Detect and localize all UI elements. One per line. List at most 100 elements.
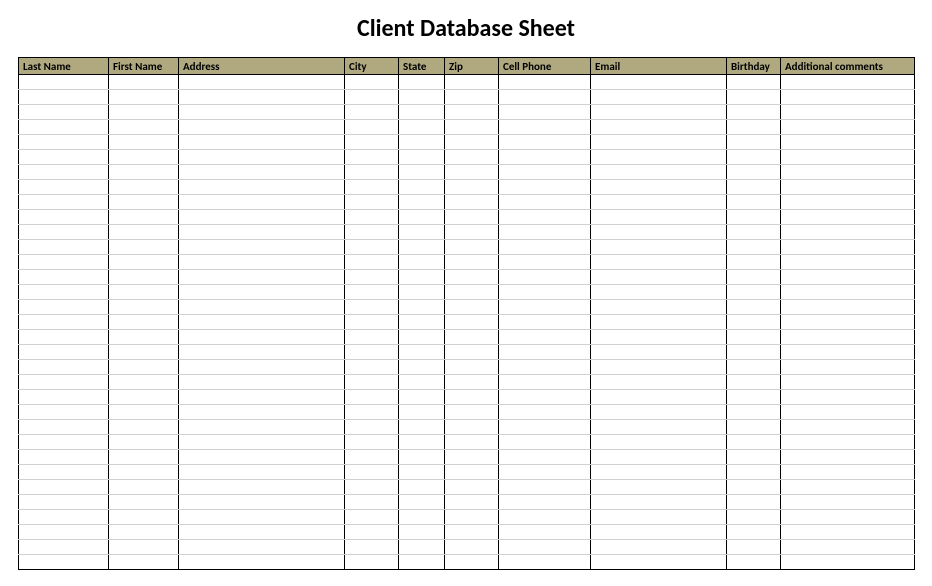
cell-email[interactable] [591,180,727,195]
cell-city[interactable] [345,210,399,225]
cell-first_name[interactable] [109,465,179,480]
cell-birthday[interactable] [727,300,781,315]
cell-city[interactable] [345,120,399,135]
cell-email[interactable] [591,450,727,465]
cell-address[interactable] [179,450,345,465]
cell-email[interactable] [591,75,727,90]
cell-address[interactable] [179,540,345,555]
cell-cell_phone[interactable] [499,465,591,480]
cell-first_name[interactable] [109,75,179,90]
cell-birthday[interactable] [727,150,781,165]
cell-city[interactable] [345,255,399,270]
cell-first_name[interactable] [109,435,179,450]
cell-birthday[interactable] [727,435,781,450]
cell-comments[interactable] [781,225,915,240]
cell-zip[interactable] [445,195,499,210]
cell-comments[interactable] [781,135,915,150]
cell-last_name[interactable] [19,105,109,120]
cell-city[interactable] [345,405,399,420]
cell-email[interactable] [591,255,727,270]
cell-first_name[interactable] [109,285,179,300]
cell-last_name[interactable] [19,120,109,135]
cell-first_name[interactable] [109,330,179,345]
cell-cell_phone[interactable] [499,510,591,525]
cell-first_name[interactable] [109,225,179,240]
cell-first_name[interactable] [109,525,179,540]
cell-zip[interactable] [445,180,499,195]
cell-city[interactable] [345,420,399,435]
cell-state[interactable] [399,210,445,225]
cell-birthday[interactable] [727,450,781,465]
cell-cell_phone[interactable] [499,225,591,240]
cell-last_name[interactable] [19,555,109,570]
cell-address[interactable] [179,555,345,570]
cell-last_name[interactable] [19,300,109,315]
cell-cell_phone[interactable] [499,315,591,330]
cell-comments[interactable] [781,165,915,180]
cell-city[interactable] [345,450,399,465]
cell-zip[interactable] [445,375,499,390]
cell-zip[interactable] [445,420,499,435]
cell-last_name[interactable] [19,240,109,255]
cell-email[interactable] [591,360,727,375]
cell-comments[interactable] [781,105,915,120]
cell-birthday[interactable] [727,180,781,195]
cell-comments[interactable] [781,525,915,540]
cell-state[interactable] [399,390,445,405]
cell-address[interactable] [179,330,345,345]
cell-state[interactable] [399,240,445,255]
cell-cell_phone[interactable] [499,285,591,300]
cell-address[interactable] [179,465,345,480]
cell-first_name[interactable] [109,555,179,570]
cell-last_name[interactable] [19,180,109,195]
cell-last_name[interactable] [19,285,109,300]
cell-zip[interactable] [445,555,499,570]
cell-state[interactable] [399,75,445,90]
cell-comments[interactable] [781,420,915,435]
cell-address[interactable] [179,525,345,540]
cell-first_name[interactable] [109,150,179,165]
cell-first_name[interactable] [109,120,179,135]
cell-birthday[interactable] [727,135,781,150]
cell-state[interactable] [399,525,445,540]
cell-zip[interactable] [445,270,499,285]
cell-last_name[interactable] [19,480,109,495]
cell-city[interactable] [345,465,399,480]
cell-comments[interactable] [781,90,915,105]
cell-birthday[interactable] [727,315,781,330]
cell-state[interactable] [399,105,445,120]
cell-first_name[interactable] [109,180,179,195]
cell-cell_phone[interactable] [499,495,591,510]
cell-birthday[interactable] [727,330,781,345]
cell-state[interactable] [399,195,445,210]
cell-address[interactable] [179,420,345,435]
cell-email[interactable] [591,210,727,225]
cell-address[interactable] [179,90,345,105]
cell-cell_phone[interactable] [499,360,591,375]
cell-email[interactable] [591,300,727,315]
cell-cell_phone[interactable] [499,255,591,270]
cell-last_name[interactable] [19,390,109,405]
cell-birthday[interactable] [727,375,781,390]
cell-last_name[interactable] [19,150,109,165]
cell-email[interactable] [591,390,727,405]
cell-comments[interactable] [781,270,915,285]
cell-email[interactable] [591,120,727,135]
cell-birthday[interactable] [727,120,781,135]
cell-zip[interactable] [445,540,499,555]
cell-cell_phone[interactable] [499,75,591,90]
cell-last_name[interactable] [19,315,109,330]
cell-first_name[interactable] [109,270,179,285]
cell-last_name[interactable] [19,90,109,105]
cell-address[interactable] [179,360,345,375]
cell-city[interactable] [345,135,399,150]
cell-zip[interactable] [445,345,499,360]
cell-cell_phone[interactable] [499,525,591,540]
cell-comments[interactable] [781,495,915,510]
cell-address[interactable] [179,285,345,300]
cell-email[interactable] [591,270,727,285]
cell-email[interactable] [591,510,727,525]
cell-birthday[interactable] [727,105,781,120]
cell-city[interactable] [345,195,399,210]
cell-zip[interactable] [445,285,499,300]
